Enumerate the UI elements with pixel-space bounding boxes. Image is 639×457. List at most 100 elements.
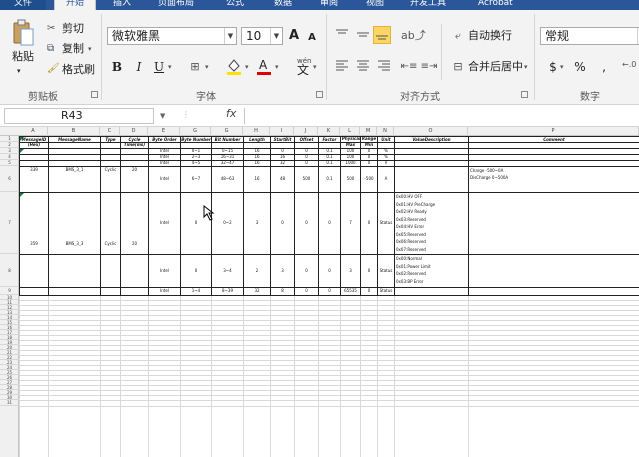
column-header[interactable]: K [318,127,340,136]
chevron-down-icon[interactable]: ▾ [275,60,279,74]
font-name-combo[interactable]: 微软雅黑 ▼ [107,27,237,45]
cell[interactable]: 48 [271,166,294,192]
underline-button[interactable]: U [150,58,168,76]
cell[interactable]: 0 [361,254,377,287]
cell[interactable]: 2 [244,254,270,287]
cell[interactable]: Intel [149,287,180,295]
chevron-down-icon[interactable]: ▾ [88,42,92,56]
column-header[interactable]: M [360,127,377,136]
cell[interactable]: 3~4 [212,254,243,287]
cell[interactable]: 0.1 [319,166,340,192]
chevron-down-icon[interactable]: ▾ [313,60,317,74]
font-dialog-launcher-icon[interactable] [316,91,323,98]
align-top-icon[interactable] [333,27,351,45]
cell[interactable]: 0x00:Normal 0x01:Power Limit 0x02:Reserved… [395,254,468,287]
cell[interactable]: 0 [361,287,377,295]
tab-review[interactable]: 审阅 [320,0,338,10]
merge-center-button[interactable]: 合并后居中 [468,60,523,74]
cell[interactable]: Offset [295,136,318,148]
increase-indent-icon[interactable]: ≡⇥ [420,58,438,76]
tab-page-layout[interactable]: 页面布局 [158,0,194,10]
cell[interactable]: 0 [319,287,340,295]
chevron-down-icon[interactable]: ▾ [17,64,21,78]
cell[interactable]: Comment [469,136,639,148]
column-header[interactable]: G [211,127,243,136]
cell[interactable]: MessageID (Hex) [20,136,48,148]
increase-decimal-icon[interactable]: ←.0 [622,58,636,72]
cell[interactable]: 500 [295,166,318,192]
cut-button[interactable]: 剪切 [62,22,84,36]
cell[interactable]: StartBit [271,136,294,148]
cell[interactable]: 48~63 [212,166,243,192]
tab-file[interactable]: 文件 [0,0,46,10]
chevron-down-icon[interactable]: ▼ [270,28,282,44]
cell[interactable]: 3 [271,254,294,287]
cell[interactable]: 0 [295,254,318,287]
cell[interactable]: Status [378,287,394,295]
chevron-down-icon[interactable]: ▾ [524,60,528,74]
copy-button[interactable]: 复制 [62,42,84,56]
cell[interactable]: MessageName [49,136,100,148]
cell[interactable]: 0 [181,192,211,254]
phonetic-guide-button[interactable]: 文 [297,63,309,77]
column-header[interactable]: J [294,127,318,136]
paste-button[interactable]: 粘贴 [12,50,34,64]
cell[interactable]: Intel [149,192,180,254]
cell[interactable]: Bit Number [212,136,243,148]
tab-insert[interactable]: 插入 [113,0,131,10]
cell[interactable]: 0 [319,192,340,254]
chevron-down-icon[interactable]: ▾ [560,60,564,74]
increase-font-size-button[interactable]: A [285,27,303,45]
cell[interactable]: 6~7 [181,166,211,192]
chevron-down-icon[interactable]: ▾ [245,60,249,74]
wrap-text-button[interactable]: 自动换行 [468,29,512,43]
cell[interactable]: 339 [20,148,48,192]
cell[interactable]: Length [244,136,270,148]
column-header[interactable]: N [377,127,394,136]
column-header[interactable]: E [148,127,180,136]
cell[interactable]: 20 [121,192,148,295]
percent-button[interactable]: % [571,58,589,76]
cell[interactable]: Charge -500~0A DisCharge 0~500A [469,167,639,189]
row-header[interactable]: 31 [0,400,19,406]
cell[interactable]: 0 [295,287,318,295]
cell[interactable]: 1~4 [181,287,211,295]
fill-color-icon[interactable] [226,56,242,76]
row-header[interactable]: 7 [0,192,19,254]
cell[interactable]: Cyclic [101,192,120,295]
italic-button[interactable]: I [130,58,148,76]
column-header[interactable]: C [100,127,120,136]
cell[interactable]: 32 [244,287,270,295]
cell[interactable]: 3 [341,254,360,287]
column-header[interactable]: H [243,127,270,136]
comma-button[interactable]: , [595,58,613,76]
cell[interactable]: 65535 [341,287,360,295]
borders-icon[interactable]: ⊞ [186,58,204,76]
cell[interactable]: 8~39 [212,287,243,295]
cell[interactable]: Intel [149,254,180,287]
cell[interactable]: Type [101,136,120,148]
bold-button[interactable]: B [108,58,126,76]
cell[interactable]: 359 [20,192,48,295]
decrease-font-size-button[interactable]: A [303,29,321,47]
cell[interactable]: Factor [319,136,340,148]
tab-developer[interactable]: 开发工具 [410,0,446,10]
row-header[interactable]: 9 [0,287,19,295]
column-header[interactable]: D [120,127,148,136]
cell[interactable]: ValueDescription [395,136,468,148]
cell[interactable]: -500 [361,166,377,192]
cell[interactable]: 8 [271,287,294,295]
align-middle-icon[interactable] [354,27,372,45]
cell[interactable]: 0 [361,192,377,254]
name-box[interactable]: R43 [4,108,154,124]
cell[interactable]: Intel [149,166,180,192]
font-color-icon[interactable]: A [256,56,272,76]
tab-home[interactable]: 开始 [54,0,96,10]
alignment-dialog-launcher-icon[interactable] [521,91,528,98]
align-center-icon[interactable] [354,58,372,76]
cell[interactable]: 16 [244,166,270,192]
column-header[interactable]: L [340,127,360,136]
formula-input[interactable] [244,108,639,124]
cell[interactable]: Byte Number [181,136,211,148]
row-header[interactable]: 8 [0,254,19,287]
